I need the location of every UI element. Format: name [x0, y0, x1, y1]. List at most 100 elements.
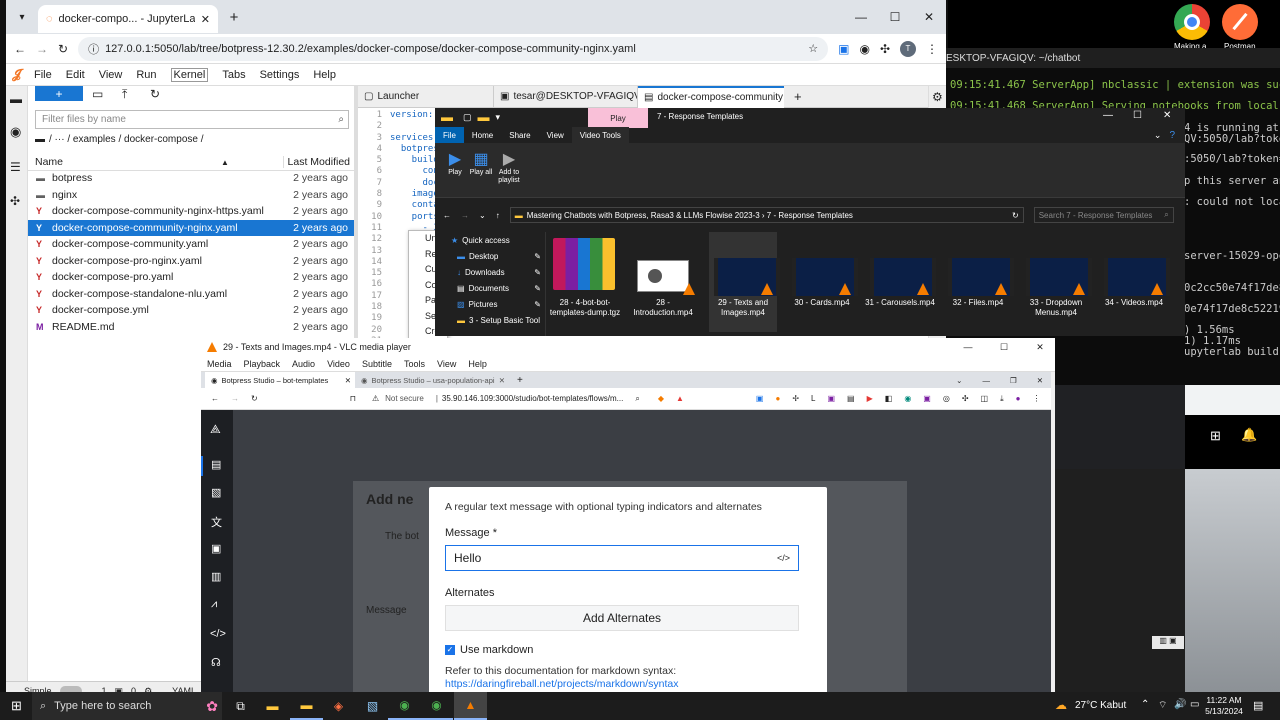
forward-icon[interactable]: →	[461, 211, 469, 220]
menu-settings[interactable]: Settings	[260, 69, 300, 81]
menu-run[interactable]: Run	[136, 69, 156, 81]
vlc-taskbar-icon[interactable]: ▲	[454, 692, 487, 720]
minimize-icon[interactable]: —	[844, 10, 878, 24]
file-row[interactable]: ▬ botpress 2 years ago	[28, 170, 354, 187]
ribbon-tab-share[interactable]: Share	[501, 127, 538, 143]
bell-icon[interactable]: 🔔	[1241, 427, 1257, 443]
new-folder-icon[interactable]: ▭	[92, 87, 103, 101]
tab-terminal[interactable]: ▣ tesar@DESKTOP-VFAGIQV: ~	[494, 85, 638, 108]
app-taskbar-icon[interactable]: ◈	[322, 692, 355, 720]
volume-icon[interactable]: 🔊	[1174, 699, 1186, 710]
add-tab-icon[interactable]: +	[794, 89, 802, 104]
menu-kernel[interactable]: Kernel	[170, 67, 209, 82]
running-icon[interactable]: ◉	[10, 124, 21, 140]
file-row[interactable]: Ydocker-compose.yml 2 years ago	[28, 302, 354, 319]
chrome-desktop-icon[interactable]	[1174, 4, 1210, 40]
settings-gear-icon[interactable]: ⚙	[932, 90, 943, 104]
back-icon[interactable]: ←	[443, 211, 451, 220]
qat-dropdown-icon[interactable]: ▾	[496, 112, 501, 123]
commands-icon[interactable]: ☰	[10, 160, 21, 174]
new-launcher-button[interactable]: +	[35, 86, 83, 101]
file-row[interactable]: Ydocker-compose-pro.yaml 2 years ago	[28, 269, 354, 286]
home-folder-icon[interactable]: ▬	[35, 134, 45, 145]
chrome-taskbar-icon-2[interactable]: ◉	[420, 692, 453, 720]
upload-icon[interactable]: ⤒	[122, 87, 127, 102]
profile-avatar[interactable]: T	[900, 40, 916, 57]
qat-icon[interactable]: ▢	[463, 112, 472, 123]
file-row[interactable]: Ydocker-compose-pro-nginx.yaml 2 years ag…	[28, 253, 354, 270]
vlc-menu-subtitle[interactable]: Subtitle	[362, 359, 392, 369]
explorer-active-taskbar-icon[interactable]: ▬	[290, 692, 323, 720]
nav-desktop[interactable]: ▬ Desktop ✎	[435, 248, 545, 264]
extension-icon[interactable]: ⊞	[1210, 428, 1221, 444]
add-to-playlist-button[interactable]: ▶ Add to playlist	[495, 149, 523, 185]
ribbon-expand-icon[interactable]: ⌄	[1154, 130, 1162, 141]
minimize-icon[interactable]: —	[953, 342, 983, 352]
nav-documents[interactable]: ▤ Documents ✎	[435, 280, 545, 296]
filter-input[interactable]: Filter files by name ⌕	[35, 110, 349, 129]
ribbon-tab-video-tools[interactable]: Video Tools	[571, 127, 629, 143]
breadcrumb-text[interactable]: / ··· / examples / docker-compose /	[49, 134, 204, 145]
extensions-icon[interactable]: ✣	[10, 194, 20, 208]
notepad-taskbar-icon[interactable]: ▧	[356, 692, 389, 720]
maximize-icon[interactable]: ☐	[878, 10, 912, 24]
camera-icon[interactable]: ◉	[859, 42, 869, 56]
minimize-icon[interactable]: —	[1103, 110, 1113, 121]
postman-icon[interactable]	[1222, 4, 1258, 40]
folder-icon[interactable]: ▬	[10, 92, 22, 106]
vlc-mini-controls[interactable]: ▥ ▣	[1152, 636, 1184, 649]
file-item-introduction[interactable]	[637, 260, 689, 292]
explorer-taskbar-icon[interactable]: ▬	[256, 692, 289, 720]
file-row[interactable]: Ydocker-compose-community-nginx-https.ya…	[28, 203, 354, 220]
puzzle-icon[interactable]: ✣	[880, 42, 890, 56]
ribbon-tab-view[interactable]: View	[539, 127, 572, 143]
play-contextual-tab[interactable]: Play	[588, 108, 648, 128]
nav-setup-folder[interactable]: ▬ 3 - Setup Basic Tool	[435, 312, 545, 328]
new-tab-icon[interactable]: +	[224, 9, 244, 26]
file-item-tgz[interactable]	[553, 238, 617, 294]
play-button[interactable]: ▶ Play	[443, 149, 467, 176]
vlc-menu-media[interactable]: Media	[207, 359, 232, 369]
menu-help[interactable]: Help	[313, 69, 336, 81]
nav-downloads[interactable]: ↓ Downloads ✎	[435, 264, 545, 280]
recent-dropdown-icon[interactable]: ⌄	[479, 211, 486, 220]
maximize-icon[interactable]: ☐	[989, 342, 1019, 353]
clock[interactable]: 11:22 AM 5/13/2024	[1202, 695, 1246, 717]
file-row[interactable]: Ydocker-compose-standalone-nlu.yaml 2 yea…	[28, 286, 354, 303]
file-row[interactable]: M README.md 2 years ago	[28, 319, 354, 336]
tab-search-icon[interactable]: ▾	[10, 12, 34, 23]
close-icon[interactable]: ✕	[1025, 342, 1055, 353]
forward-icon[interactable]: →	[36, 42, 48, 56]
url-input[interactable]: ⓘ 127.0.0.1:5050/lab/tree/botpress-12.30…	[78, 36, 829, 61]
file-row[interactable]: Ydocker-compose-community-nginx.yaml 2 ye…	[28, 219, 354, 236]
tray-overflow-icon[interactable]: ⌃	[1141, 699, 1149, 710]
doc-link[interactable]: https://daringfireball.net/projects/mark…	[445, 678, 678, 690]
site-info-icon[interactable]: ⓘ	[88, 41, 99, 57]
ribbon-tab-file[interactable]: File	[435, 127, 464, 143]
address-bar[interactable]: ▬ Mastering Chatbots with Botpress, Rasa…	[509, 207, 1024, 223]
reload-icon[interactable]: ↻	[58, 42, 68, 56]
file-row[interactable]: Ydocker-compose-community.yaml 2 years ag…	[28, 236, 354, 253]
video-frame[interactable]: ◉ Botpress Studio – bot-templates ✕ ◉ Botpr…	[201, 372, 1055, 700]
notifications-icon[interactable]: ▤	[1253, 699, 1263, 712]
code-toggle-icon[interactable]: </>	[777, 553, 790, 563]
menu-tabs[interactable]: Tabs	[222, 69, 245, 81]
refresh-icon[interactable]: ↻	[1012, 211, 1019, 220]
network-icon[interactable]: ⌔	[1158, 699, 1167, 712]
menu-view[interactable]: View	[99, 69, 123, 81]
task-view-icon[interactable]: ⧉	[224, 692, 257, 720]
add-alternates-button[interactable]: Add Alternates	[445, 605, 799, 631]
menu-kebab-icon[interactable]: ⋮	[926, 42, 938, 56]
windows-start-icon[interactable]: ⊞	[0, 692, 33, 720]
close-window-icon[interactable]: ✕	[912, 10, 946, 24]
help-icon[interactable]: ?	[1169, 130, 1175, 141]
column-name[interactable]: Name	[35, 156, 63, 168]
back-icon[interactable]: ←	[14, 42, 26, 56]
close-icon[interactable]: ✕	[201, 13, 210, 26]
vlc-menu-video[interactable]: Video	[327, 359, 350, 369]
maximize-icon[interactable]: ☐	[1133, 110, 1142, 121]
vlc-menu-help[interactable]: Help	[468, 359, 487, 369]
refresh-icon[interactable]: ↻	[150, 87, 160, 101]
message-input[interactable]: Hello </>	[445, 545, 799, 571]
vlc-menu-tools[interactable]: Tools	[404, 359, 425, 369]
